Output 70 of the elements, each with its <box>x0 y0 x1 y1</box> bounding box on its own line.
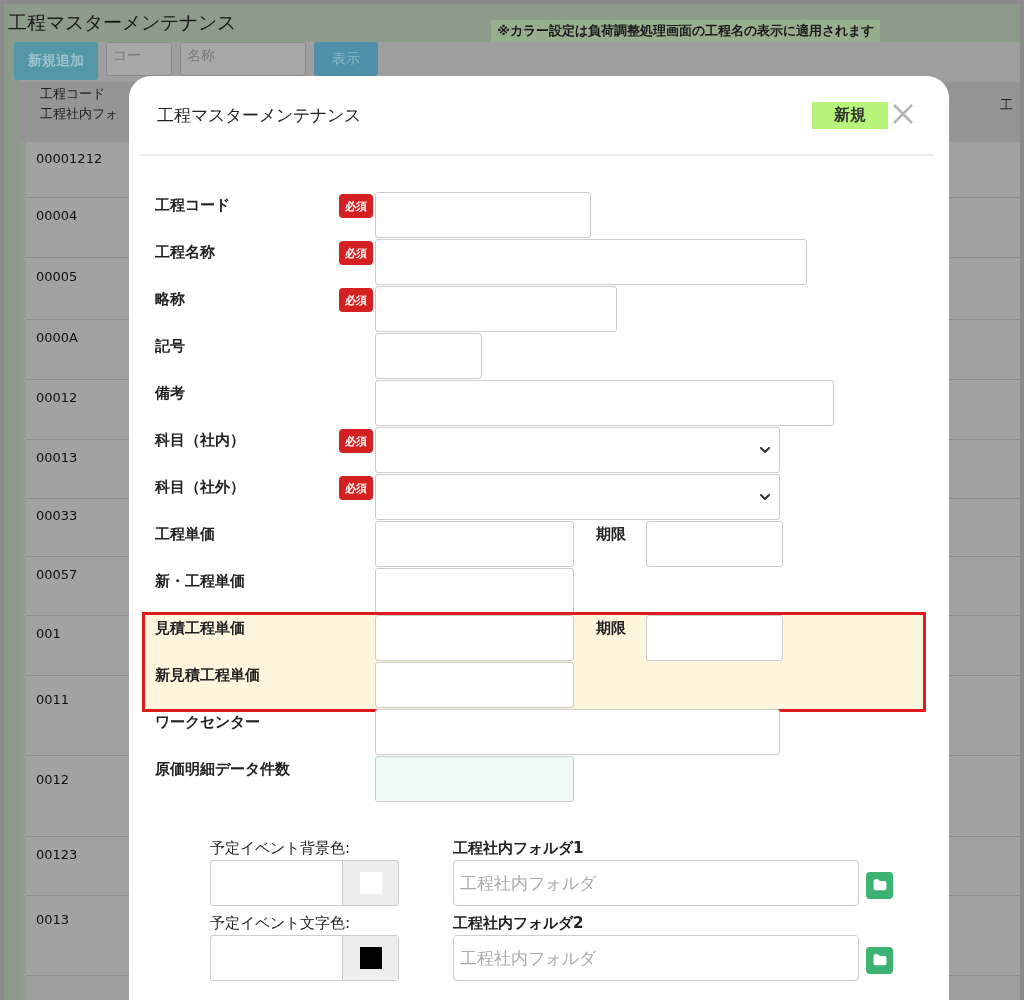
field-label: 科目（社外） <box>155 477 246 497</box>
table-cell: 0011 <box>36 692 70 707</box>
color-field[interactable] <box>210 860 399 906</box>
table-cell: 0012 <box>36 772 70 787</box>
table-cell: 0000A <box>36 330 78 345</box>
field-label: 工程名称 <box>155 242 216 262</box>
table-cell: 00004 <box>36 208 78 223</box>
show-button[interactable]: 表示 <box>314 42 378 76</box>
input-field[interactable] <box>375 192 591 238</box>
field-label: 工程社内フォルダ2 <box>453 914 585 933</box>
required-badge: 必須 <box>339 476 373 500</box>
required-badge: 必須 <box>339 241 373 265</box>
folder-button[interactable] <box>866 871 893 899</box>
table-cell: 00012 <box>36 390 78 405</box>
table-cell: 00123 <box>36 847 78 862</box>
select-field[interactable] <box>375 474 780 520</box>
select-field[interactable] <box>375 427 780 473</box>
table-cell: 00001212 <box>36 151 103 166</box>
input-field[interactable] <box>375 333 482 379</box>
field-label: 新・工程単価 <box>155 571 246 591</box>
field-label: ワークセンター <box>155 712 261 732</box>
required-badge: 必須 <box>339 429 373 453</box>
field-label: 新見積工程単価 <box>155 665 261 685</box>
note-text: ※カラー設定は負荷調整処理画面の工程名の表示に適用されます <box>491 20 880 42</box>
input-field[interactable] <box>375 615 574 661</box>
table-cell: 001 <box>36 626 61 641</box>
field-label: 記号 <box>155 336 186 356</box>
field-label: 予定イベント背景色: <box>210 839 352 858</box>
modal-title: 工程マスターメンテナンス <box>157 103 361 127</box>
input-field[interactable] <box>375 662 574 708</box>
input-field[interactable] <box>375 568 574 614</box>
folder-button[interactable] <box>866 946 893 974</box>
field-label: 工程社内フォルダ1 <box>453 839 585 858</box>
field-label: 予定イベント文字色: <box>210 914 352 933</box>
page-title: 工程マスターメンテナンス <box>8 10 236 35</box>
field-label: 期限 <box>596 525 627 544</box>
column-header: 工程社内フォ <box>40 105 118 123</box>
column-header: 工 <box>1000 96 1014 114</box>
field-label: 略称 <box>155 289 186 309</box>
table-cell: 00013 <box>36 450 78 465</box>
folder-icon <box>872 953 887 967</box>
color-field[interactable] <box>210 935 399 981</box>
color-swatch[interactable] <box>359 947 382 969</box>
input-field[interactable] <box>646 521 783 567</box>
input-field[interactable] <box>646 615 783 661</box>
required-badge: 必須 <box>339 288 373 312</box>
field-label: 工程単価 <box>155 524 216 544</box>
add-button[interactable]: 新規追加 <box>14 42 98 80</box>
table-cell: 00005 <box>36 269 78 284</box>
table-cell: 00057 <box>36 567 78 582</box>
folder-icon <box>872 878 887 892</box>
field-label: 備考 <box>155 383 186 403</box>
input-field[interactable] <box>375 286 617 332</box>
required-badge: 必須 <box>339 194 373 218</box>
field-label: 原価明細データ件数 <box>155 759 291 779</box>
input-field[interactable] <box>375 521 574 567</box>
column-header: 工程コード <box>40 85 106 103</box>
folder-field[interactable]: 工程社内フォルダ <box>453 860 859 906</box>
folder-field[interactable]: 工程社内フォルダ <box>453 935 859 981</box>
table-cell: 00033 <box>36 508 78 523</box>
field-label: 見積工程単価 <box>155 618 246 638</box>
mode-badge: 新規 <box>812 101 888 129</box>
input-field[interactable] <box>375 380 834 426</box>
field-label: 科目（社内） <box>155 430 246 450</box>
table-cell: 0013 <box>36 912 70 927</box>
input-field[interactable] <box>375 239 807 285</box>
field-label: 期限 <box>596 619 627 638</box>
input-field[interactable] <box>375 709 780 755</box>
field-label: 工程コード <box>155 195 231 215</box>
input-field[interactable] <box>375 756 574 802</box>
